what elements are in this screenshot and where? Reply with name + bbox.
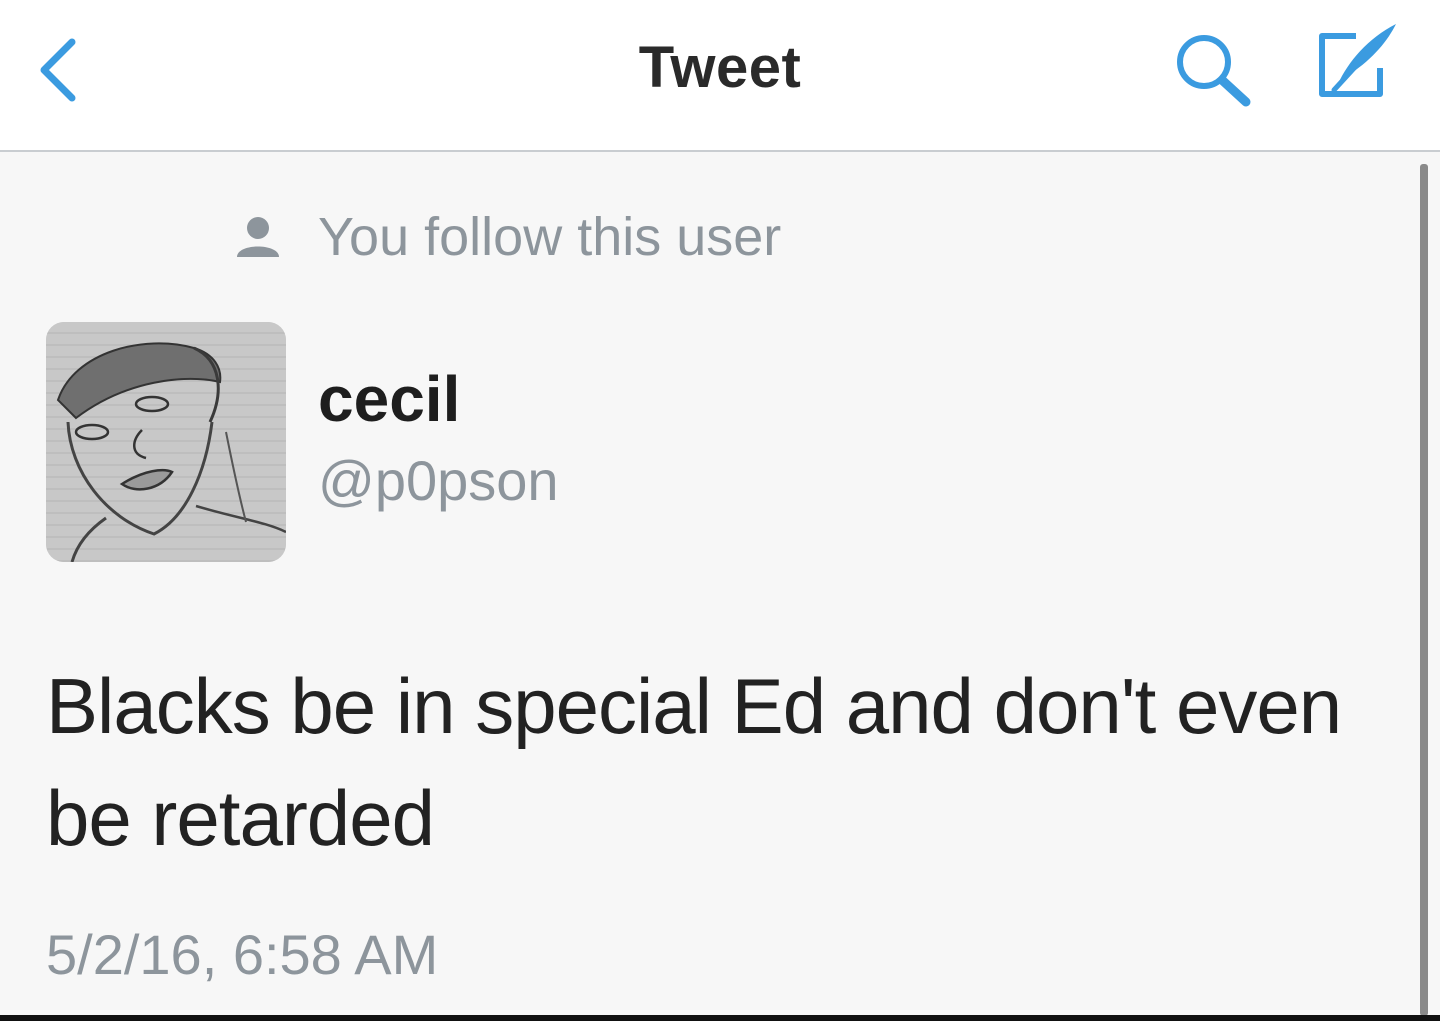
tweet-body: Blacks be in special Ed and don't even b… xyxy=(46,662,1342,862)
compose-button[interactable] xyxy=(1308,18,1404,108)
tweet-timestamp: 5/2/16, 6:58 AM xyxy=(46,923,439,986)
scrollbar[interactable] xyxy=(1420,164,1428,1016)
bottom-divider xyxy=(0,1015,1440,1021)
follow-status: You follow this user xyxy=(234,202,781,272)
compose-icon xyxy=(1319,24,1396,97)
search-button[interactable] xyxy=(1168,28,1260,110)
sketch-portrait xyxy=(46,322,286,562)
avatar[interactable] xyxy=(46,322,286,562)
user-display-name[interactable]: cecil xyxy=(318,362,460,436)
follow-status-text: You follow this user xyxy=(318,207,782,267)
person-icon xyxy=(237,217,279,257)
search-icon xyxy=(1177,35,1251,107)
user-handle[interactable]: @p0pson xyxy=(318,448,559,513)
nav-header: Tweet xyxy=(0,0,1440,152)
